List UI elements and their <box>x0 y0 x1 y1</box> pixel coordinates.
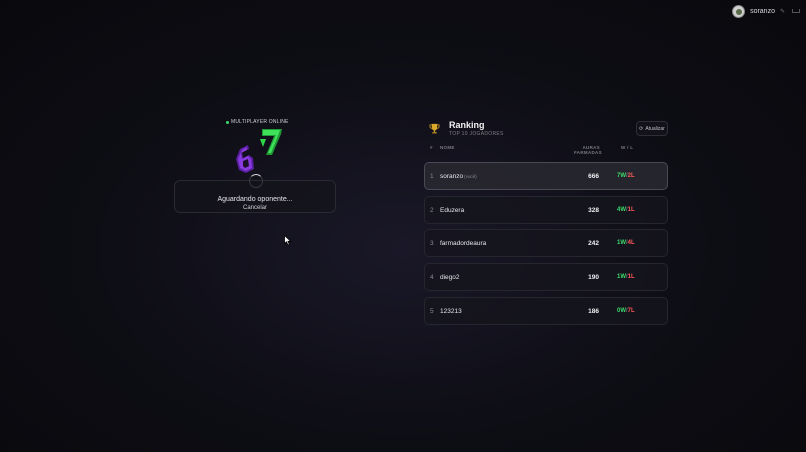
online-status-dot <box>226 120 229 124</box>
player-name: soranzo(você) <box>440 173 477 180</box>
win-loss: 0W/7L <box>617 307 635 314</box>
rank-position: 2 <box>430 206 434 214</box>
logout-icon[interactable] <box>792 9 800 13</box>
aura-count: 328 <box>588 206 599 214</box>
rank-position: 4 <box>430 274 434 282</box>
aura-count: 242 <box>588 240 599 248</box>
aura-count: 666 <box>588 173 599 180</box>
win-loss: 4W/1L <box>617 206 635 213</box>
refresh-icon: ⟳ <box>639 125 644 132</box>
rank-position: 1 <box>430 173 434 180</box>
ranking-header: Ranking TOP 10 JOGADORES ⟳ Atualizar <box>425 119 668 141</box>
waiting-status: Aguardando oponente... <box>217 196 293 203</box>
trophy-icon <box>429 123 440 134</box>
mouse-cursor-icon <box>284 235 292 246</box>
player-name: farmadordeaura <box>440 240 487 248</box>
ranking-row[interactable]: 1 soranzo(você) 666 7W/2L <box>424 162 668 190</box>
rank-position: 3 <box>430 240 434 248</box>
cancel-button[interactable]: Cancelar <box>175 205 335 211</box>
column-header-name: NOME <box>440 145 455 150</box>
player-name: Eduzera <box>440 206 465 214</box>
waiting-panel: Aguardando oponente... Cancelar <box>174 174 336 213</box>
avatar[interactable] <box>732 4 746 18</box>
you-tag: (você) <box>464 174 477 179</box>
logo-six <box>236 145 254 173</box>
ranking-subtitle: TOP 10 JOGADORES <box>449 131 504 137</box>
win-loss: 1W/4L <box>617 240 635 247</box>
ranking-row[interactable]: 5 123213 186 0W/7L <box>424 296 668 325</box>
column-header-aura: AURAS FARMADAS <box>574 145 602 155</box>
player-name: 123213 <box>440 307 462 315</box>
refresh-button[interactable]: ⟳ Atualizar <box>636 121 668 136</box>
aura-count: 190 <box>588 274 599 282</box>
win-loss: 1W/1L <box>617 274 635 281</box>
logo-seven <box>260 129 282 155</box>
ranking-row[interactable]: 2 Eduzera 328 4W/1L <box>424 195 668 224</box>
column-header-pos: # <box>430 145 433 150</box>
ranking-row[interactable]: 3 farmadordeaura 242 1W/4L <box>424 229 668 258</box>
edit-icon[interactable]: ✎ <box>780 8 785 15</box>
loading-spinner <box>249 174 263 188</box>
user-name: soranzo <box>750 7 775 15</box>
win-loss: 7W/2L <box>617 173 635 179</box>
ranking-list: 1 soranzo(você) 666 7W/2L 2 Eduzera 328 … <box>424 162 668 330</box>
player-name: diego2 <box>440 274 460 282</box>
user-menu[interactable]: soranzo ✎ <box>732 4 800 18</box>
ranking-row[interactable]: 4 diego2 190 1W/1L <box>424 263 668 292</box>
aura-count: 186 <box>588 307 599 315</box>
column-header-wl: W / L <box>621 145 634 150</box>
rank-position: 5 <box>430 307 434 315</box>
ranking-title: Ranking <box>449 120 485 130</box>
refresh-label: Atualizar <box>645 125 665 132</box>
